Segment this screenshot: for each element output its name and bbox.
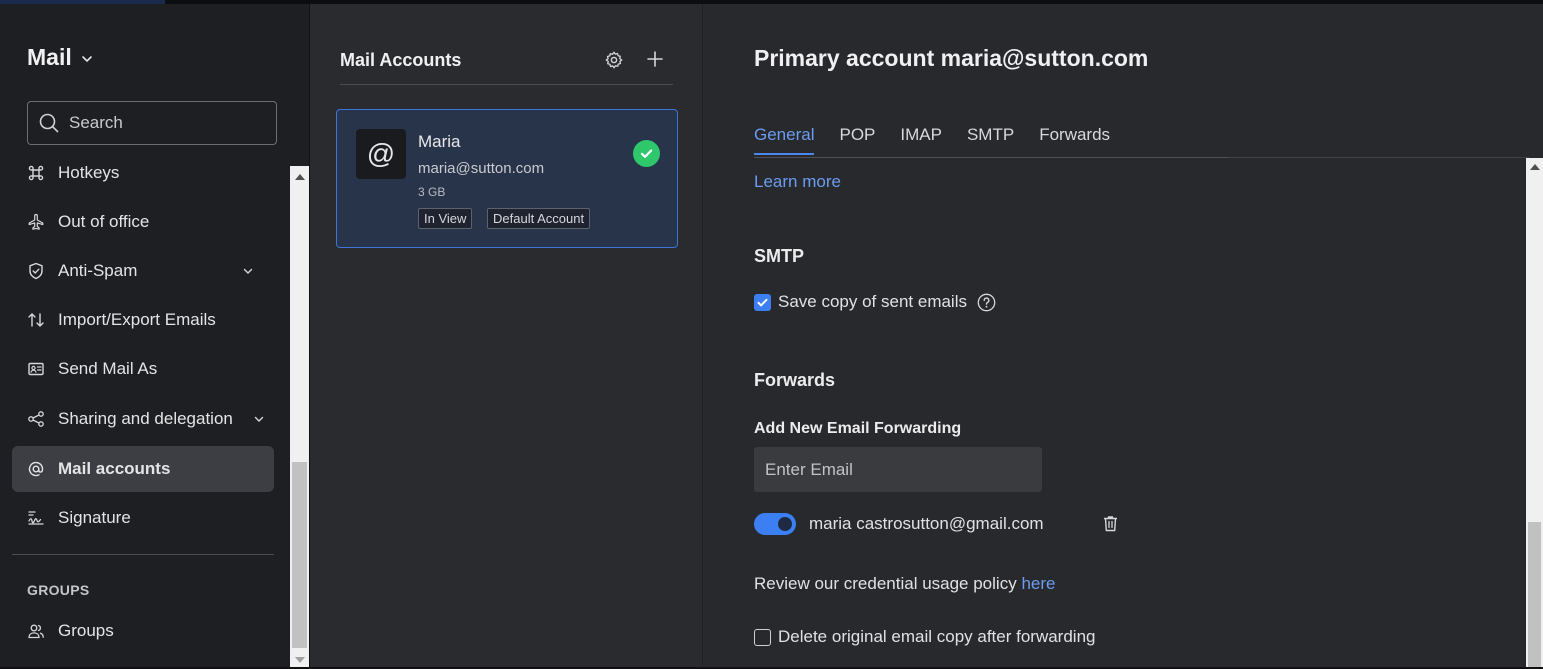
signature-icon (28, 511, 44, 525)
scrollbar-thumb[interactable] (1528, 522, 1541, 668)
sidebar-scrollbar[interactable] (290, 166, 309, 669)
forward-row: maria castrosutton@gmail.com (754, 511, 1134, 537)
search-icon (39, 113, 59, 133)
search-input[interactable] (69, 113, 259, 133)
accounts-header-divider (340, 84, 673, 85)
sidebar-item-label: Send Mail As (58, 359, 158, 378)
app-title: Mail (27, 44, 72, 70)
sidebar-item-label: Out of office (58, 212, 150, 231)
accounts-list-panel: Mail Accounts @ Maria maria@sutton.com 3… (311, 4, 703, 669)
account-name: Maria (418, 132, 461, 151)
tab-smtp[interactable]: SMTP (967, 125, 1014, 155)
users-icon (28, 624, 44, 639)
forward-email-input[interactable] (754, 447, 1042, 492)
sidebar-item-anti-spam[interactable]: Anti-Spam (12, 248, 274, 294)
sidebar-item-label: Groups (58, 621, 114, 640)
save-copy-label: Save copy of sent emails (778, 292, 967, 311)
account-card[interactable]: @ Maria maria@sutton.com 3 GB In View De… (336, 109, 678, 248)
account-detail-panel: Primary account maria@sutton.com General… (704, 4, 1543, 669)
chevron-down-icon (254, 416, 264, 422)
chevron-down-icon (243, 268, 253, 274)
sidebar-item-signature[interactable]: Signature (12, 495, 274, 541)
app-switcher[interactable]: Mail (27, 44, 94, 71)
policy-text: Review our credential usage policy (754, 574, 1017, 593)
save-copy-row: Save copy of sent emails (754, 292, 996, 312)
forward-toggle[interactable] (754, 513, 796, 535)
learn-more-link[interactable]: Learn more (754, 172, 841, 192)
scroll-up-arrow[interactable] (295, 174, 305, 180)
tabs-divider (754, 157, 1529, 158)
smtp-heading: SMTP (754, 246, 805, 266)
check-circle-icon (633, 140, 660, 167)
sidebar-item-out-of-office[interactable]: Out of office (12, 199, 274, 245)
sidebar-item-label: Anti-Spam (58, 261, 138, 280)
help-icon[interactable] (977, 293, 996, 312)
add-forwarding-heading: Add New Email Forwarding (754, 420, 962, 437)
gear-icon[interactable] (604, 50, 624, 70)
save-copy-checkbox[interactable] (754, 293, 771, 311)
chevron-down-icon (81, 56, 92, 63)
sidebar-item-label: Sharing and delegation (58, 409, 233, 428)
tab-pop[interactable]: POP (839, 125, 875, 155)
delete-original-row: Delete original email copy after forward… (754, 627, 1096, 647)
search-box[interactable] (27, 101, 277, 145)
tab-general[interactable]: General (754, 125, 815, 155)
in-view-badge: In View (418, 208, 473, 229)
avatar: @ (356, 129, 406, 179)
sidebar-item-sharing-delegation[interactable]: Sharing and delegation (12, 396, 274, 442)
shield-check-icon (29, 262, 43, 280)
policy-link[interactable]: here (1021, 574, 1055, 593)
command-icon (28, 165, 44, 181)
scroll-up-arrow[interactable] (1530, 164, 1540, 170)
sidebar-item-groups[interactable]: Groups (12, 608, 274, 654)
forwards-heading: Forwards (754, 370, 836, 390)
default-account-badge: Default Account (487, 208, 591, 229)
trash-icon[interactable] (1101, 514, 1120, 533)
groups-heading: GROUPS (27, 582, 90, 598)
detail-scrollbar[interactable] (1526, 158, 1543, 669)
sidebar-item-label: Hotkeys (58, 163, 120, 182)
scrollbar-thumb[interactable] (292, 462, 307, 648)
sidebar-item-send-mail-as[interactable]: Send Mail As (12, 346, 274, 392)
detail-tabs: General POP IMAP SMTP Forwards (754, 125, 1110, 155)
scroll-down-arrow[interactable] (295, 657, 305, 663)
account-email: maria@sutton.com (418, 160, 545, 177)
forward-address: maria castrosutton@gmail.com (809, 514, 1044, 533)
tab-forwards[interactable]: Forwards (1039, 125, 1110, 155)
sidebar-item-hotkeys[interactable]: Hotkeys (12, 150, 274, 196)
delete-original-checkbox[interactable] (754, 628, 771, 646)
plane-icon (28, 213, 44, 230)
sidebar-item-mail-accounts[interactable]: Mail accounts (12, 446, 274, 492)
accounts-list-title: Mail Accounts (340, 50, 462, 70)
sidebar: Mail Hotkeys Out of office Anti-Spam Imp… (0, 4, 310, 669)
sidebar-item-import-export[interactable]: Import/Export Emails (12, 297, 274, 343)
plus-icon[interactable] (645, 49, 665, 69)
arrows-up-down-icon (28, 313, 44, 327)
page-title: Primary account maria@sutton.com (754, 45, 1149, 71)
at-icon (28, 461, 44, 477)
sidebar-item-label: Signature (58, 508, 131, 527)
delete-original-label: Delete original email copy after forward… (778, 627, 1096, 646)
tab-imap[interactable]: IMAP (900, 125, 942, 155)
account-storage: 3 GB (418, 185, 446, 199)
sidebar-item-label: Mail accounts (58, 459, 171, 478)
sidebar-item-label: Import/Export Emails (58, 310, 216, 329)
id-card-icon (28, 362, 44, 376)
sidebar-divider (12, 554, 274, 555)
share-icon (28, 411, 44, 427)
credential-policy-text: Review our credential usage policy here (754, 574, 1055, 594)
